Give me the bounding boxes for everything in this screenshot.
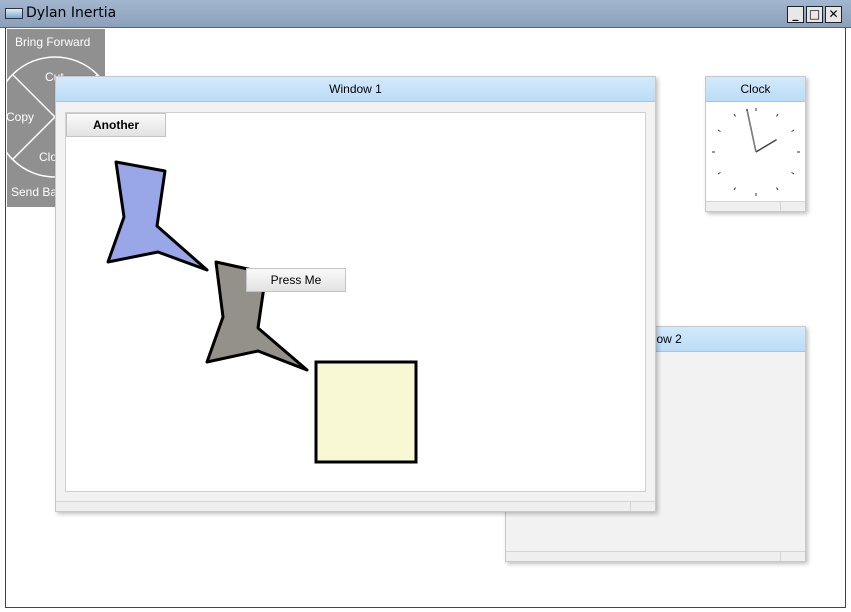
- clock-tick: [733, 187, 736, 191]
- minimize-button[interactable]: _: [787, 6, 804, 23]
- clock-tick: [717, 172, 721, 175]
- another-button[interactable]: Another: [66, 113, 166, 137]
- app-titlebar[interactable]: Dylan Inertia _ □ ✕: [0, 0, 851, 28]
- close-button[interactable]: ✕: [825, 6, 842, 23]
- resize-grip[interactable]: [780, 202, 805, 211]
- maximize-button[interactable]: □: [806, 6, 823, 23]
- clock-status-bar: [706, 201, 805, 211]
- clock-window-title[interactable]: Clock: [706, 77, 805, 102]
- clock-face: [706, 102, 805, 202]
- window-2-status-bar: [506, 551, 805, 561]
- pie-item-bring-forward[interactable]: Bring Forward: [15, 35, 90, 49]
- resize-grip[interactable]: [630, 502, 655, 511]
- drawing-canvas[interactable]: Another Press Me: [65, 112, 646, 492]
- clock-tick: [776, 187, 779, 191]
- clock-tick: [776, 113, 779, 117]
- second-hand: [746, 110, 757, 153]
- window-1-title[interactable]: Window 1: [56, 77, 655, 102]
- pie-item-copy[interactable]: Copy: [7, 110, 34, 124]
- window-1[interactable]: Window 1 Another Press Me: [55, 76, 656, 512]
- clock-tick: [733, 113, 736, 117]
- press-me-button[interactable]: Press Me: [246, 268, 346, 292]
- clock-tick: [791, 172, 795, 175]
- shapes-layer: [106, 160, 418, 464]
- window-1-status-bar: [56, 501, 655, 511]
- app-title: Dylan Inertia: [26, 5, 117, 21]
- resize-grip[interactable]: [780, 552, 805, 561]
- clock-window[interactable]: Clock: [705, 76, 806, 212]
- app-icon: [5, 8, 23, 19]
- hour-hand: [755, 138, 777, 153]
- yellow-square-shape: [314, 360, 418, 464]
- clock-tick: [791, 129, 795, 132]
- clock-tick: [717, 129, 721, 132]
- blue-star-shape: [106, 160, 209, 272]
